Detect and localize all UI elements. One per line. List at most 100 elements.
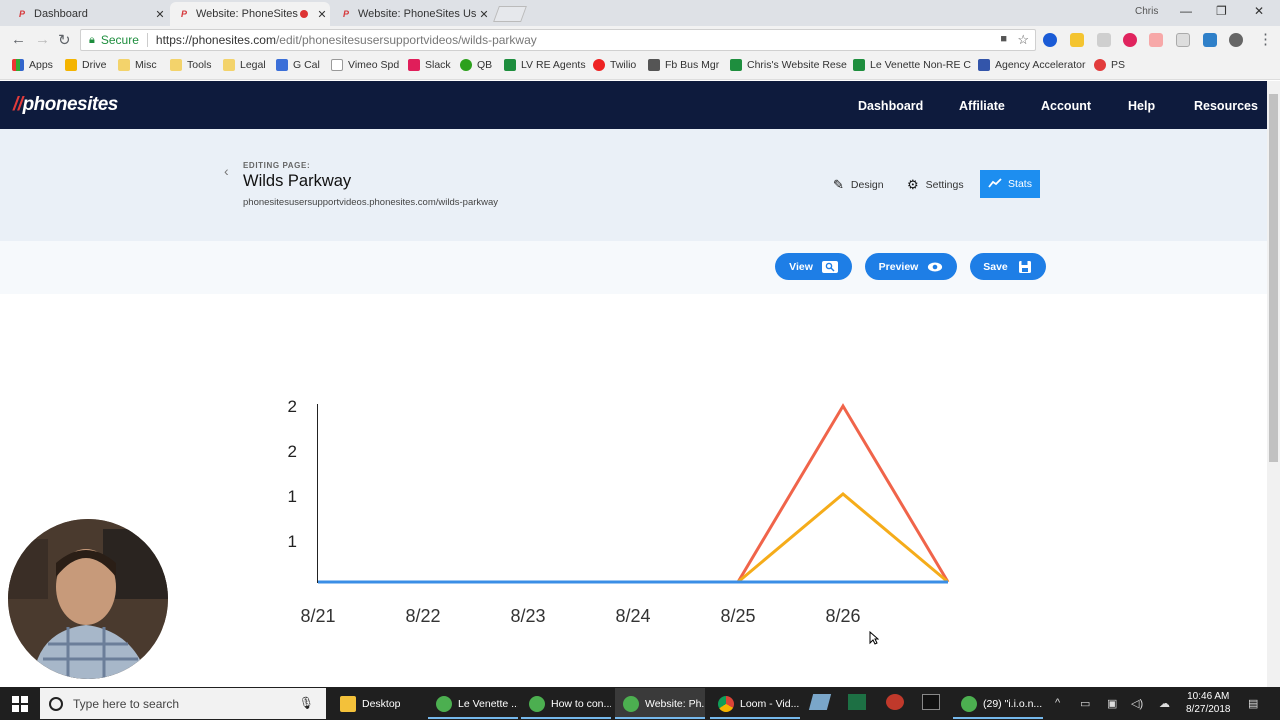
bookmark-slack[interactable]: Slack: [408, 59, 451, 71]
save-button[interactable]: Save: [970, 253, 1046, 280]
chrome-icon: [718, 695, 734, 712]
bookmark-lv-re-agents[interactable]: LV RE Agents: [504, 59, 586, 71]
webcam-overlay[interactable]: [8, 519, 168, 679]
bookmark-gcal[interactable]: G Cal: [276, 59, 320, 71]
taskbar-search-input[interactable]: Type here to search 🎙︎: [40, 688, 326, 719]
clock-time: 10:46 AM: [1187, 691, 1230, 702]
browser-user-name[interactable]: Chris: [1135, 6, 1158, 17]
design-label: Design: [850, 179, 884, 191]
taskbar-clock[interactable]: 10:46 AM 8/27/2018: [1186, 690, 1231, 716]
stats-label: Stats: [1008, 178, 1032, 190]
phonesites-favicon: [1094, 59, 1106, 71]
browser-tab-website-active[interactable]: P Website: PhoneSites U ✕: [170, 2, 330, 26]
app-icon[interactable]: [886, 694, 904, 710]
running-indicator: [615, 717, 705, 719]
new-tab-button[interactable]: [493, 6, 527, 22]
bookmark-fb-bus-mgr[interactable]: Fb Bus Mgr: [648, 59, 719, 71]
camera-icon[interactable]: ■: [1000, 33, 1007, 45]
bookmark-chris-website[interactable]: Chris's Website Rese: [730, 59, 847, 71]
taskbar-item-youtube[interactable]: (29) "i.i.o.n...: [953, 688, 1043, 719]
extension-icon[interactable]: [1176, 33, 1190, 47]
chevron-up-icon[interactable]: ^: [1055, 697, 1060, 709]
bookmark-tools[interactable]: Tools: [170, 59, 212, 71]
app-header: //phonesites Dashboard Affiliate Account…: [0, 81, 1267, 129]
microphone-icon[interactable]: 🎙︎: [299, 696, 314, 710]
view-button[interactable]: View: [775, 253, 852, 280]
bookmark-le-venette[interactable]: Le Venette Non-RE C: [853, 59, 971, 71]
x-tick-label: 8/24: [615, 606, 650, 626]
onedrive-icon[interactable]: ☁: [1159, 697, 1170, 710]
bookmark-agency-accelerator[interactable]: Agency Accelerator: [978, 59, 1085, 71]
taskbar-item-website-active[interactable]: Website: Ph...: [615, 688, 705, 719]
phonesites-favicon: P: [180, 9, 187, 19]
phonesites-logo[interactable]: //phonesites: [13, 94, 118, 116]
bookmark-misc[interactable]: Misc: [118, 59, 157, 71]
star-icon[interactable]: ☆: [1017, 32, 1029, 48]
network-icon[interactable]: ▣: [1107, 697, 1117, 710]
close-icon[interactable]: ✕: [152, 8, 168, 21]
taskbar-item-le-venette[interactable]: Le Venette ...: [428, 688, 518, 719]
nav-dashboard[interactable]: Dashboard: [858, 99, 923, 113]
reload-icon[interactable]: ↻: [58, 31, 71, 49]
volume-icon[interactable]: ◁): [1131, 697, 1143, 710]
folder-icon: [118, 59, 130, 71]
terminal-icon[interactable]: [922, 694, 940, 710]
url-bar[interactable]: 🔒︎ Secure https://phonesites.com /edit/p…: [80, 29, 1036, 51]
bookmark-drive[interactable]: Drive: [65, 59, 107, 71]
cortana-icon: [49, 696, 63, 711]
minimize-icon[interactable]: —: [1180, 4, 1192, 18]
stats-tool-button[interactable]: Stats: [980, 170, 1040, 198]
nav-affiliate[interactable]: Affiliate: [959, 99, 1005, 113]
action-bar: [0, 241, 1267, 294]
close-icon[interactable]: ✕: [314, 8, 330, 21]
y-tick-label: 1: [288, 487, 297, 506]
extension-icon[interactable]: [1123, 33, 1137, 47]
nav-account[interactable]: Account: [1041, 99, 1091, 113]
bookmark-label: Legal: [240, 59, 266, 71]
taskbar-label: Website: Ph...: [645, 697, 705, 710]
close-icon[interactable]: ✕: [476, 8, 492, 21]
presenter-video-frame: [8, 519, 168, 679]
extension-icon[interactable]: [1203, 33, 1217, 47]
extension-icon[interactable]: [1070, 33, 1084, 47]
slack-icon: [408, 59, 420, 71]
bookmark-apps[interactable]: Apps: [12, 59, 53, 71]
bookmark-qb[interactable]: QB: [460, 59, 492, 71]
taskbar-item-loom[interactable]: Loom - Vid...: [710, 688, 800, 719]
taskbar-item-how-to[interactable]: How to con...: [521, 688, 611, 719]
eye-icon: [927, 261, 943, 273]
excel-icon[interactable]: [848, 694, 866, 710]
nav-help[interactable]: Help: [1128, 99, 1155, 113]
back-chevron-icon[interactable]: ‹: [224, 163, 229, 179]
lock-icon: 🔒︎: [89, 33, 95, 46]
browser-tab-website[interactable]: P Website: PhoneSites User ✕: [332, 2, 492, 26]
bookmark-legal[interactable]: Legal: [223, 59, 266, 71]
scrollbar-thumb[interactable]: [1269, 94, 1278, 462]
url-host: https://phonesites.com: [155, 33, 276, 47]
bookmark-label: LV RE Agents: [521, 59, 586, 71]
bookmark-ps[interactable]: PS: [1094, 59, 1125, 71]
battery-icon[interactable]: ▭: [1080, 697, 1090, 710]
extension-icon[interactable]: [1229, 33, 1243, 47]
menu-dots-icon[interactable]: ⋮: [1258, 30, 1273, 48]
browser-tab-dashboard[interactable]: P Dashboard ✕: [8, 2, 168, 26]
window-close-icon[interactable]: ✕: [1254, 4, 1264, 18]
extension-icon[interactable]: [1043, 33, 1057, 47]
extension-icon[interactable]: [1149, 33, 1163, 47]
design-tool-button[interactable]: ✎ Design: [833, 177, 884, 193]
bookmark-vimeo-spd[interactable]: Vimeo Spd: [331, 59, 399, 71]
maximize-icon[interactable]: ❐: [1216, 4, 1227, 18]
back-arrow-icon[interactable]: ←: [11, 31, 26, 48]
extension-icon[interactable]: [1097, 33, 1111, 47]
notifications-icon[interactable]: ▤: [1248, 697, 1258, 710]
x-tick-label: 8/26: [825, 606, 860, 626]
taskbar-item-desktop[interactable]: Desktop: [332, 688, 422, 719]
forward-arrow-icon[interactable]: →: [35, 31, 50, 48]
bookmark-twilio[interactable]: Twilio: [593, 59, 636, 71]
windows-start-icon[interactable]: [12, 696, 28, 712]
settings-tool-button[interactable]: ⚙ Settings: [907, 177, 964, 193]
chrome-icon: [623, 695, 639, 712]
folder-icon: [170, 59, 182, 71]
preview-button[interactable]: Preview: [865, 253, 957, 280]
nav-resources[interactable]: Resources: [1194, 99, 1258, 113]
